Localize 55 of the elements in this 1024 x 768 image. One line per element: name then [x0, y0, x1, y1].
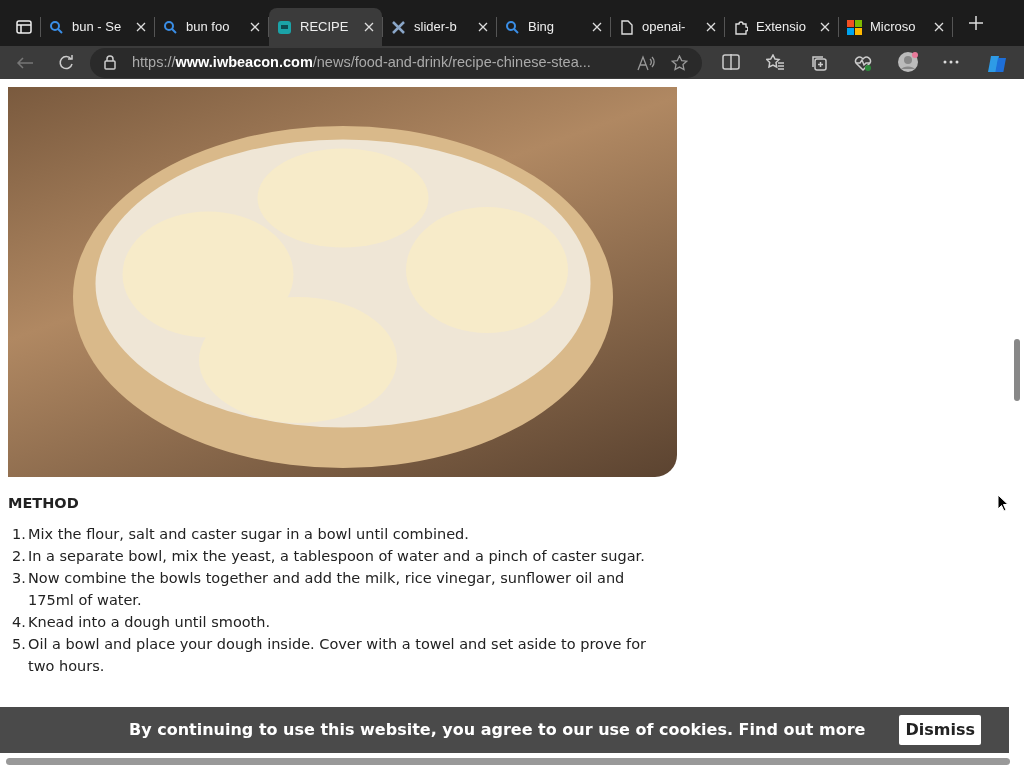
browser-tab[interactable]: Bing	[497, 8, 610, 46]
method-step: Knead into a dough until smooth.	[28, 610, 271, 633]
close-icon[interactable]	[364, 22, 374, 32]
favorites-list-icon[interactable]	[766, 53, 786, 72]
browser-tab[interactable]: slider-b	[383, 8, 496, 46]
browser-tab[interactable]: bun foo	[155, 8, 268, 46]
split-screen-icon[interactable]	[722, 53, 742, 72]
browser-tab[interactable]: Microso	[839, 8, 952, 46]
step-number: 2.	[12, 546, 27, 566]
step-number: 4.	[12, 612, 27, 632]
scrollbar-thumb[interactable]	[6, 758, 1010, 765]
browser-tab[interactable]: bun - Se	[41, 8, 154, 46]
method-step: Mix the flour, salt and caster sugar in a bowl until combined.	[28, 522, 469, 545]
puzzle-icon	[733, 19, 748, 35]
method-step: Now combine the bowls together and add the milk, rice vinegar, sunflower oil and 175ml of water.	[28, 566, 668, 611]
method-step: In a separate bowl, mix the yeast, a tablespoon of water and a pinch of caster sugar.	[28, 544, 645, 567]
scrollbar-thumb[interactable]	[1014, 339, 1020, 401]
close-icon[interactable]	[592, 22, 602, 32]
browser-tab[interactable]: RECIPE	[269, 8, 382, 46]
close-icon[interactable]	[706, 22, 716, 32]
close-icon[interactable]	[136, 22, 146, 32]
close-icon[interactable]	[934, 22, 944, 32]
cursor-icon	[997, 494, 1009, 512]
copilot-icon[interactable]	[986, 53, 1008, 72]
new-tab-icon[interactable]	[969, 16, 983, 30]
back-icon[interactable]	[16, 55, 34, 70]
step-number: 1.	[12, 524, 27, 544]
method-step: Oil a bowl and place your dough inside. Cover with a towel and set aside to prove for two hours.	[28, 632, 668, 677]
search-icon	[49, 19, 64, 35]
browser-tab[interactable]: Extensio	[725, 8, 838, 46]
four-squares-icon	[847, 19, 862, 35]
dismiss-button[interactable]: Dismiss	[899, 715, 981, 745]
lock-icon	[104, 55, 116, 70]
step-number: 3.	[12, 568, 27, 588]
browser-tab[interactable]: openai-	[611, 8, 724, 46]
cookie-message: By continuing to use this website, you agree to our use of cookies. Find out more	[129, 719, 866, 741]
address-bar[interactable]: https://www.iwbeacon.com/news/food-and-drink/recipe-chinese-stea...	[90, 47, 702, 78]
collections-icon[interactable]	[810, 53, 830, 72]
refresh-icon[interactable]	[58, 54, 74, 71]
search-icon	[163, 19, 178, 35]
close-icon[interactable]	[820, 22, 830, 32]
site-logo-icon	[277, 19, 292, 35]
step-number: 5.	[12, 634, 27, 654]
avatar-icon[interactable]	[898, 51, 918, 74]
crossed-tools-icon	[391, 19, 406, 35]
close-icon[interactable]	[250, 22, 260, 32]
find-out-more-link[interactable]: Find out more	[738, 720, 866, 739]
favorite-star-icon[interactable]	[671, 54, 688, 71]
url-text: https://www.iwbeacon.com/news/food-and-drink/recipe-chinese-stea...	[132, 52, 592, 72]
page-icon	[619, 19, 634, 35]
search-icon	[505, 19, 520, 35]
heartbeat-icon[interactable]	[854, 53, 874, 72]
read-aloud-icon[interactable]	[637, 54, 655, 71]
section-heading: METHOD	[8, 494, 79, 513]
close-icon[interactable]	[478, 22, 488, 32]
